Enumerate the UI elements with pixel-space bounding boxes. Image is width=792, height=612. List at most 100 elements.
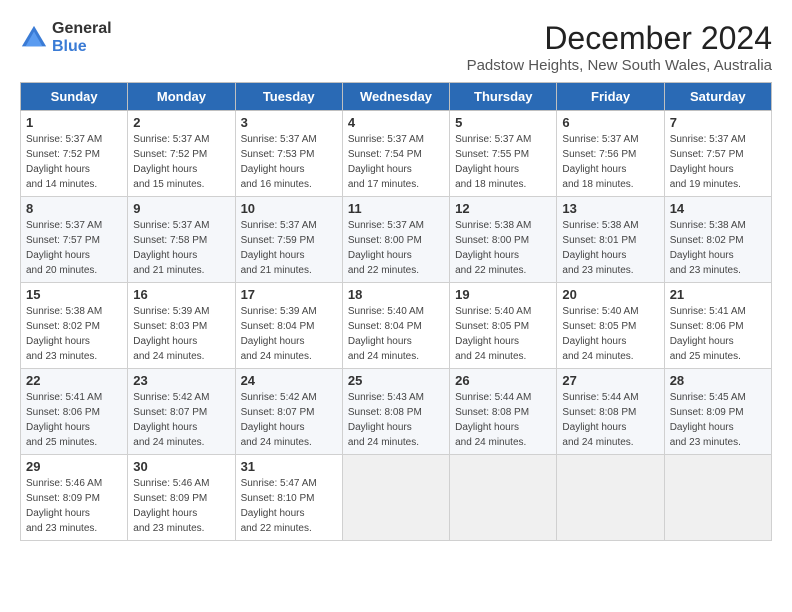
day-info: Sunrise: 5:37 AM Sunset: 7:54 PM Dayligh… bbox=[348, 132, 444, 192]
day-info: Sunrise: 5:37 AM Sunset: 7:55 PM Dayligh… bbox=[455, 132, 551, 192]
calendar-week-row: 1 Sunrise: 5:37 AM Sunset: 7:52 PM Dayli… bbox=[21, 111, 772, 197]
table-row bbox=[664, 455, 771, 541]
day-info: Sunrise: 5:41 AM Sunset: 8:06 PM Dayligh… bbox=[26, 390, 122, 450]
table-row: 5 Sunrise: 5:37 AM Sunset: 7:55 PM Dayli… bbox=[450, 111, 557, 197]
day-number: 16 bbox=[133, 287, 229, 302]
day-number: 30 bbox=[133, 459, 229, 474]
calendar-week-row: 15 Sunrise: 5:38 AM Sunset: 8:02 PM Dayl… bbox=[21, 283, 772, 369]
day-number: 6 bbox=[562, 115, 658, 130]
day-info: Sunrise: 5:37 AM Sunset: 7:56 PM Dayligh… bbox=[562, 132, 658, 192]
table-row: 24 Sunrise: 5:42 AM Sunset: 8:07 PM Dayl… bbox=[235, 369, 342, 455]
header-tuesday: Tuesday bbox=[235, 83, 342, 111]
day-number: 22 bbox=[26, 373, 122, 388]
table-row: 23 Sunrise: 5:42 AM Sunset: 8:07 PM Dayl… bbox=[128, 369, 235, 455]
day-number: 11 bbox=[348, 201, 444, 216]
day-info: Sunrise: 5:37 AM Sunset: 7:52 PM Dayligh… bbox=[133, 132, 229, 192]
day-number: 19 bbox=[455, 287, 551, 302]
table-row: 8 Sunrise: 5:37 AM Sunset: 7:57 PM Dayli… bbox=[21, 197, 128, 283]
logo: General Blue bbox=[20, 20, 112, 56]
header-friday: Friday bbox=[557, 83, 664, 111]
calendar-header-row: Sunday Monday Tuesday Wednesday Thursday… bbox=[21, 83, 772, 111]
table-row: 7 Sunrise: 5:37 AM Sunset: 7:57 PM Dayli… bbox=[664, 111, 771, 197]
table-row: 31 Sunrise: 5:47 AM Sunset: 8:10 PM Dayl… bbox=[235, 455, 342, 541]
day-number: 31 bbox=[241, 459, 337, 474]
day-number: 27 bbox=[562, 373, 658, 388]
calendar-week-row: 8 Sunrise: 5:37 AM Sunset: 7:57 PM Dayli… bbox=[21, 197, 772, 283]
day-number: 26 bbox=[455, 373, 551, 388]
day-number: 24 bbox=[241, 373, 337, 388]
day-number: 2 bbox=[133, 115, 229, 130]
day-number: 12 bbox=[455, 201, 551, 216]
table-row bbox=[342, 455, 449, 541]
table-row: 18 Sunrise: 5:40 AM Sunset: 8:04 PM Dayl… bbox=[342, 283, 449, 369]
table-row: 12 Sunrise: 5:38 AM Sunset: 8:00 PM Dayl… bbox=[450, 197, 557, 283]
day-number: 5 bbox=[455, 115, 551, 130]
table-row: 21 Sunrise: 5:41 AM Sunset: 8:06 PM Dayl… bbox=[664, 283, 771, 369]
table-row: 11 Sunrise: 5:37 AM Sunset: 8:00 PM Dayl… bbox=[342, 197, 449, 283]
day-info: Sunrise: 5:39 AM Sunset: 8:04 PM Dayligh… bbox=[241, 304, 337, 364]
table-row: 19 Sunrise: 5:40 AM Sunset: 8:05 PM Dayl… bbox=[450, 283, 557, 369]
day-info: Sunrise: 5:47 AM Sunset: 8:10 PM Dayligh… bbox=[241, 476, 337, 536]
day-info: Sunrise: 5:41 AM Sunset: 8:06 PM Dayligh… bbox=[670, 304, 766, 364]
day-number: 29 bbox=[26, 459, 122, 474]
day-info: Sunrise: 5:40 AM Sunset: 8:04 PM Dayligh… bbox=[348, 304, 444, 364]
day-number: 10 bbox=[241, 201, 337, 216]
day-info: Sunrise: 5:37 AM Sunset: 7:58 PM Dayligh… bbox=[133, 218, 229, 278]
day-number: 8 bbox=[26, 201, 122, 216]
day-number: 14 bbox=[670, 201, 766, 216]
table-row: 27 Sunrise: 5:44 AM Sunset: 8:08 PM Dayl… bbox=[557, 369, 664, 455]
day-info: Sunrise: 5:37 AM Sunset: 7:57 PM Dayligh… bbox=[670, 132, 766, 192]
table-row: 14 Sunrise: 5:38 AM Sunset: 8:02 PM Dayl… bbox=[664, 197, 771, 283]
table-row: 30 Sunrise: 5:46 AM Sunset: 8:09 PM Dayl… bbox=[128, 455, 235, 541]
day-info: Sunrise: 5:46 AM Sunset: 8:09 PM Dayligh… bbox=[26, 476, 122, 536]
table-row: 3 Sunrise: 5:37 AM Sunset: 7:53 PM Dayli… bbox=[235, 111, 342, 197]
logo-icon bbox=[20, 24, 48, 52]
day-number: 21 bbox=[670, 287, 766, 302]
day-number: 28 bbox=[670, 373, 766, 388]
header-thursday: Thursday bbox=[450, 83, 557, 111]
month-title: December 2024 bbox=[467, 20, 772, 57]
table-row bbox=[450, 455, 557, 541]
table-row bbox=[557, 455, 664, 541]
header-sunday: Sunday bbox=[21, 83, 128, 111]
location-title: Padstow Heights, New South Wales, Austra… bbox=[467, 57, 772, 74]
day-number: 15 bbox=[26, 287, 122, 302]
day-info: Sunrise: 5:43 AM Sunset: 8:08 PM Dayligh… bbox=[348, 390, 444, 450]
day-info: Sunrise: 5:45 AM Sunset: 8:09 PM Dayligh… bbox=[670, 390, 766, 450]
day-number: 25 bbox=[348, 373, 444, 388]
title-block: December 2024 Padstow Heights, New South… bbox=[467, 20, 772, 74]
calendar-week-row: 29 Sunrise: 5:46 AM Sunset: 8:09 PM Dayl… bbox=[21, 455, 772, 541]
day-number: 4 bbox=[348, 115, 444, 130]
table-row: 29 Sunrise: 5:46 AM Sunset: 8:09 PM Dayl… bbox=[21, 455, 128, 541]
day-info: Sunrise: 5:44 AM Sunset: 8:08 PM Dayligh… bbox=[455, 390, 551, 450]
day-number: 1 bbox=[26, 115, 122, 130]
table-row: 20 Sunrise: 5:40 AM Sunset: 8:05 PM Dayl… bbox=[557, 283, 664, 369]
day-number: 13 bbox=[562, 201, 658, 216]
table-row: 22 Sunrise: 5:41 AM Sunset: 8:06 PM Dayl… bbox=[21, 369, 128, 455]
table-row: 13 Sunrise: 5:38 AM Sunset: 8:01 PM Dayl… bbox=[557, 197, 664, 283]
day-number: 20 bbox=[562, 287, 658, 302]
table-row: 1 Sunrise: 5:37 AM Sunset: 7:52 PM Dayli… bbox=[21, 111, 128, 197]
day-info: Sunrise: 5:38 AM Sunset: 8:02 PM Dayligh… bbox=[26, 304, 122, 364]
day-info: Sunrise: 5:38 AM Sunset: 8:00 PM Dayligh… bbox=[455, 218, 551, 278]
day-info: Sunrise: 5:39 AM Sunset: 8:03 PM Dayligh… bbox=[133, 304, 229, 364]
day-info: Sunrise: 5:40 AM Sunset: 8:05 PM Dayligh… bbox=[455, 304, 551, 364]
table-row: 17 Sunrise: 5:39 AM Sunset: 8:04 PM Dayl… bbox=[235, 283, 342, 369]
header-monday: Monday bbox=[128, 83, 235, 111]
day-number: 9 bbox=[133, 201, 229, 216]
table-row: 6 Sunrise: 5:37 AM Sunset: 7:56 PM Dayli… bbox=[557, 111, 664, 197]
table-row: 25 Sunrise: 5:43 AM Sunset: 8:08 PM Dayl… bbox=[342, 369, 449, 455]
day-info: Sunrise: 5:42 AM Sunset: 8:07 PM Dayligh… bbox=[133, 390, 229, 450]
table-row: 16 Sunrise: 5:39 AM Sunset: 8:03 PM Dayl… bbox=[128, 283, 235, 369]
day-info: Sunrise: 5:37 AM Sunset: 7:57 PM Dayligh… bbox=[26, 218, 122, 278]
table-row: 4 Sunrise: 5:37 AM Sunset: 7:54 PM Dayli… bbox=[342, 111, 449, 197]
table-row: 28 Sunrise: 5:45 AM Sunset: 8:09 PM Dayl… bbox=[664, 369, 771, 455]
header-saturday: Saturday bbox=[664, 83, 771, 111]
day-number: 3 bbox=[241, 115, 337, 130]
table-row: 9 Sunrise: 5:37 AM Sunset: 7:58 PM Dayli… bbox=[128, 197, 235, 283]
day-info: Sunrise: 5:37 AM Sunset: 7:52 PM Dayligh… bbox=[26, 132, 122, 192]
logo-text: General Blue bbox=[52, 20, 112, 56]
day-info: Sunrise: 5:37 AM Sunset: 7:59 PM Dayligh… bbox=[241, 218, 337, 278]
header-wednesday: Wednesday bbox=[342, 83, 449, 111]
day-info: Sunrise: 5:44 AM Sunset: 8:08 PM Dayligh… bbox=[562, 390, 658, 450]
